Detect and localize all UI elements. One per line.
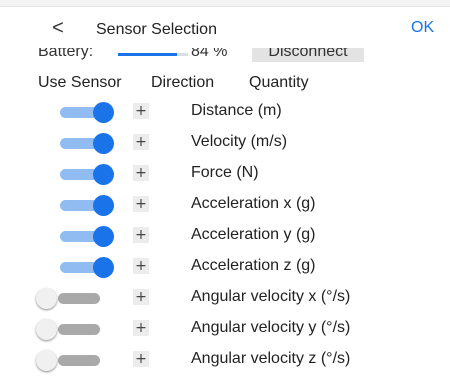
direction-plus-button[interactable]: +: [133, 320, 149, 336]
toggle-track: [58, 355, 100, 366]
sensor-row: + Acceleration z (g): [0, 252, 450, 282]
battery-level-fill: [118, 53, 177, 56]
sensor-toggle[interactable]: [36, 195, 114, 217]
disconnect-button[interactable]: Disconnect: [252, 46, 364, 62]
sensor-quantity-label: Angular velocity x (°/s): [191, 288, 351, 305]
column-header-quantity: Quantity: [249, 74, 309, 91]
toggle-knob: [93, 164, 114, 185]
battery-level-bar: [118, 53, 188, 56]
sensor-row: + Acceleration y (g): [0, 221, 450, 251]
sensor-row: + Force (N): [0, 159, 450, 189]
direction-plus-button[interactable]: +: [133, 227, 149, 243]
direction-plus-button[interactable]: +: [133, 258, 149, 274]
sensor-toggle[interactable]: [36, 288, 114, 310]
sensor-quantity-label: Force (N): [191, 164, 259, 181]
toggle-knob: [93, 102, 114, 123]
sensor-toggle[interactable]: [36, 226, 114, 248]
sensor-quantity-label: Acceleration x (g): [191, 195, 316, 212]
sensor-quantity-label: Angular velocity y (°/s): [191, 319, 351, 336]
direction-plus-button[interactable]: +: [133, 103, 149, 119]
sensor-quantity-label: Acceleration z (g): [191, 257, 316, 274]
sensor-toggle[interactable]: [36, 102, 114, 124]
sensor-quantity-label: Angular velocity z (°/s): [191, 350, 351, 367]
sensor-quantity-label: Velocity (m/s): [191, 133, 288, 150]
page-title: Sensor Selection: [96, 21, 217, 38]
ok-button[interactable]: OK: [411, 19, 434, 37]
header-bar: < Sensor Selection OK: [0, 10, 450, 48]
sensor-row: + Acceleration x (g): [0, 190, 450, 220]
sensor-row: + Angular velocity y (°/s): [0, 314, 450, 344]
column-header-direction: Direction: [151, 74, 215, 91]
back-button[interactable]: <: [48, 14, 68, 42]
top-edge: [0, 0, 450, 7]
toggle-track: [58, 293, 100, 304]
sensor-quantity-label: Distance (m): [191, 102, 282, 119]
sensor-quantity-label: Acceleration y (g): [191, 226, 316, 243]
sensor-toggle[interactable]: [36, 319, 114, 341]
sensor-row: + Distance (m): [0, 97, 450, 127]
sensor-toggle[interactable]: [36, 133, 114, 155]
toggle-knob: [93, 257, 114, 278]
sensor-toggle[interactable]: [36, 350, 114, 372]
battery-label: Battery:: [38, 46, 94, 60]
toggle-knob: [36, 350, 57, 371]
toggle-knob: [36, 319, 57, 340]
sensor-row: + Angular velocity z (°/s): [0, 345, 450, 375]
direction-plus-button[interactable]: +: [133, 134, 149, 150]
sensor-toggle[interactable]: [36, 257, 114, 279]
direction-plus-button[interactable]: +: [133, 289, 149, 305]
sensor-row: + Angular velocity x (°/s): [0, 283, 450, 313]
toggle-knob: [93, 226, 114, 247]
direction-plus-button[interactable]: +: [133, 351, 149, 367]
sensor-toggle[interactable]: [36, 164, 114, 186]
toggle-knob: [36, 288, 57, 309]
status-bar: Battery: 84 % Disconnect: [0, 46, 450, 64]
direction-plus-button[interactable]: +: [133, 165, 149, 181]
toggle-track: [58, 324, 100, 335]
sensor-row: + Velocity (m/s): [0, 128, 450, 158]
toggle-knob: [93, 195, 114, 216]
column-header-use-sensor: Use Sensor: [38, 74, 122, 91]
direction-plus-button[interactable]: +: [133, 196, 149, 212]
toggle-knob: [93, 133, 114, 154]
battery-value: 84 %: [191, 46, 228, 60]
